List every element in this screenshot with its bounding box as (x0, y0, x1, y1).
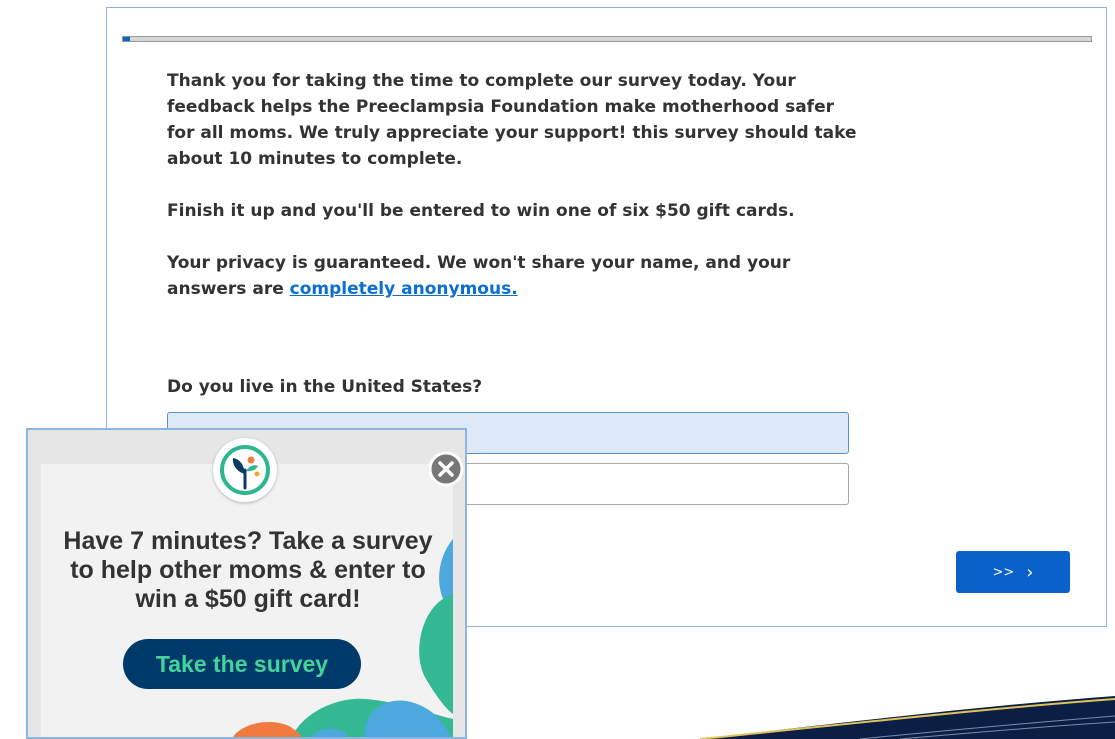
close-icon[interactable] (428, 451, 464, 487)
next-button-label: >> (992, 564, 1015, 580)
survey-intro: Thank you for taking the time to complet… (167, 68, 857, 328)
chevron-right-icon: › (1026, 561, 1034, 583)
progress-fill (123, 37, 130, 41)
intro-paragraph-privacy: Your privacy is guaranteed. We won't sha… (167, 250, 857, 302)
preeclampsia-foundation-logo (213, 438, 277, 502)
intro-paragraph-gift-cards: Finish it up and you'll be entered to wi… (167, 201, 795, 221)
survey-invite-popup: Have 7 minutes? Take a survey to help ot… (26, 428, 467, 739)
sprout-logo-icon (220, 445, 270, 495)
anonymous-link[interactable]: completely anonymous. (290, 279, 518, 299)
progress-bar (122, 36, 1092, 42)
question-text: Do you live in the United States? (167, 377, 483, 397)
next-button[interactable]: >> › (956, 551, 1070, 593)
popup-headline: Have 7 minutes? Take a survey to help ot… (63, 527, 433, 613)
take-survey-button[interactable]: Take the survey (123, 639, 361, 689)
intro-paragraph-thanks: Thank you for taking the time to complet… (167, 71, 857, 169)
